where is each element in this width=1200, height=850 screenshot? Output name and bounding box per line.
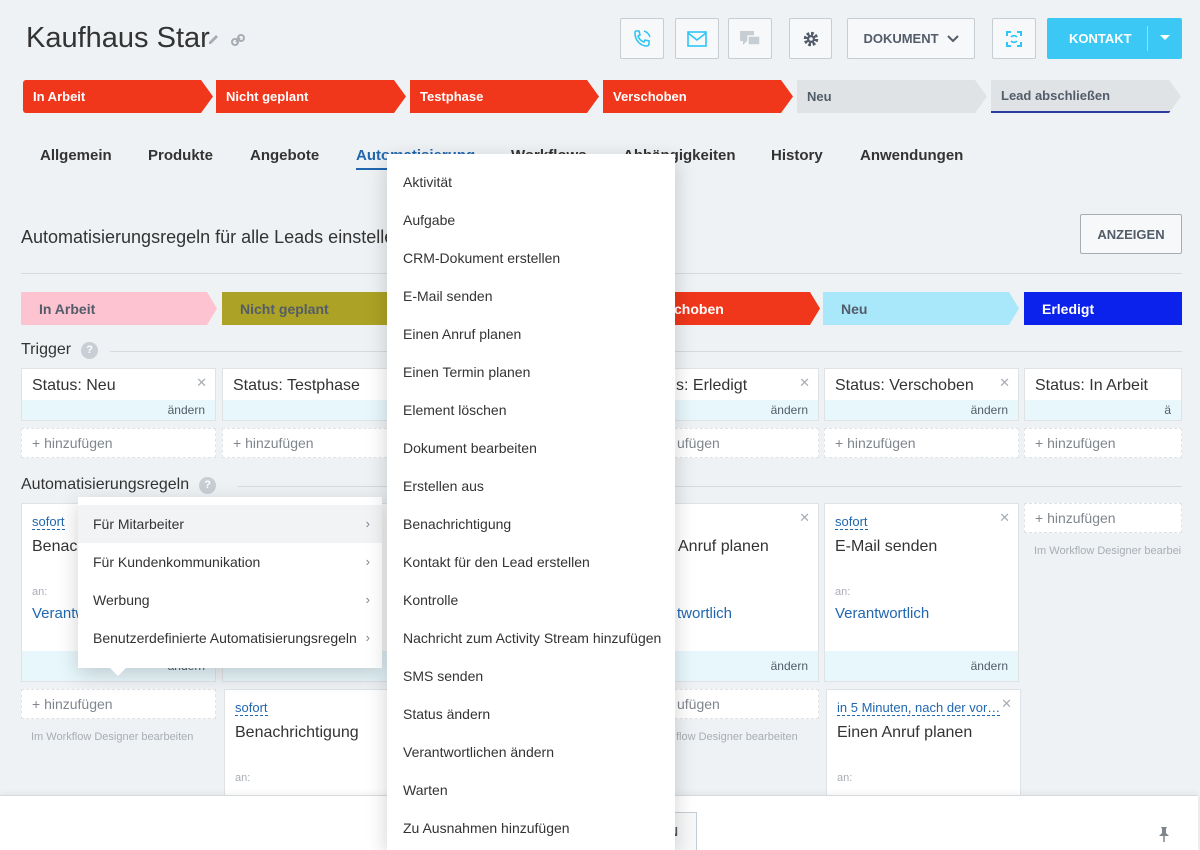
section-title: Automatisierungsregeln für alle Leads ei… <box>21 227 395 247</box>
menu-item-action[interactable]: Dokument bearbeiten <box>387 429 675 467</box>
category-menu: Für Mitarbeiter › Für Kundenkommunikation… <box>78 497 382 668</box>
designer-hint[interactable]: flow Designer bearbeiten <box>676 731 798 743</box>
menu-item-action[interactable]: Nachricht zum Activity Stream hinzufügen <box>387 619 675 657</box>
menu-item-action[interactable]: Element löschen <box>387 391 675 429</box>
close-icon[interactable]: ✕ <box>999 375 1010 391</box>
trigger-card[interactable]: Status: Neu ✕ ändern <box>21 368 216 421</box>
chevron-down-icon <box>946 34 959 43</box>
menu-item-action[interactable]: Verantwortlichen ändern <box>387 733 675 771</box>
tab-angebote[interactable]: Angebote <box>250 147 319 164</box>
gear-icon <box>802 30 820 48</box>
action-submenu: Aktivität Aufgabe CRM-Dokument erstellen E-… <box>387 154 675 850</box>
change-link[interactable]: ändern <box>825 651 1018 681</box>
chevron-right-icon: › <box>365 592 370 607</box>
menu-item-werbung[interactable]: Werbung › <box>78 581 382 619</box>
menu-item-action[interactable]: SMS senden <box>387 657 675 695</box>
menu-item-action[interactable]: Kontrolle <box>387 581 675 619</box>
column-erledigt: Erledigt <box>1024 292 1182 325</box>
chevron-right-icon: › <box>365 516 370 531</box>
divider <box>238 486 1182 487</box>
add-trigger-button[interactable]: + hinzufügen <box>21 428 216 458</box>
menu-item-action[interactable]: Kontakt für den Lead erstellen <box>387 543 675 581</box>
trigger-heading: Trigger ? <box>21 341 99 359</box>
page-title: Kaufhaus Star <box>26 22 210 54</box>
link-icon[interactable] <box>230 32 246 48</box>
close-icon[interactable]: ✕ <box>799 375 810 391</box>
chat-button[interactable] <box>728 18 772 59</box>
stage-testphase[interactable]: Testphase <box>410 80 599 113</box>
mail-button[interactable] <box>675 18 719 59</box>
stage-in-arbeit[interactable]: In Arbeit <box>23 80 213 113</box>
add-rule-button[interactable]: + hinzufügen <box>1024 503 1182 533</box>
menu-item-action[interactable]: Einen Anruf planen <box>387 315 675 353</box>
tab-produkte[interactable]: Produkte <box>148 147 213 164</box>
menu-item-action[interactable]: CRM-Dokument erstellen <box>387 239 675 277</box>
settings-button[interactable] <box>789 18 832 59</box>
mail-icon <box>687 30 707 47</box>
menu-item-action[interactable]: Aufgabe <box>387 201 675 239</box>
menu-item-benutzerdefiniert[interactable]: Benutzerdefinierte Automatisierungsregel… <box>78 619 382 657</box>
stage-lead-abschliessen[interactable]: Lead abschließen <box>991 80 1181 113</box>
menu-item-action[interactable]: Zu Ausnahmen hinzufügen <box>387 809 675 847</box>
close-icon[interactable]: ✕ <box>999 510 1010 526</box>
dokument-button[interactable]: DOKUMENT <box>847 18 975 59</box>
add-rule-button[interactable]: + hinzufügen <box>21 689 216 719</box>
column-neu: Neu <box>823 292 1019 325</box>
trigger-card[interactable]: Status: In Arbeit ä <box>1024 368 1182 421</box>
trigger-card[interactable]: Status: Verschoben ✕ ändern <box>824 368 1019 421</box>
add-trigger-button[interactable]: + hinzufügen <box>824 428 1019 458</box>
add-trigger-button[interactable]: + hinzufügen <box>1024 428 1182 458</box>
refresh-button[interactable] <box>992 18 1036 59</box>
kontakt-separator <box>1147 26 1148 51</box>
designer-hint[interactable]: Im Workflow Designer bearbeiten <box>31 731 193 743</box>
rule-card[interactable]: in 5 Minuten, nach der vor… ✕ Einen Anru… <box>826 689 1021 799</box>
change-link[interactable]: ändern <box>22 400 215 420</box>
tab-anwendungen[interactable]: Anwendungen <box>860 147 963 164</box>
refresh-icon <box>1004 29 1024 49</box>
kontakt-button[interactable]: KONTAKT <box>1047 18 1182 59</box>
pencil-icon[interactable] <box>206 32 222 48</box>
tab-allgemein[interactable]: Allgemein <box>40 147 112 164</box>
tab-history[interactable]: History <box>771 147 823 164</box>
stage-neu[interactable]: Neu <box>797 80 987 113</box>
chevron-right-icon: › <box>365 554 370 569</box>
anzeigen-button[interactable]: ANZEIGEN <box>1080 214 1182 254</box>
menu-item-action[interactable]: Benachrichtigung <box>387 505 675 543</box>
menu-item-action[interactable]: Aktivität <box>387 163 675 201</box>
rules-heading: Automatisierungsregeln ? <box>21 476 217 494</box>
change-link[interactable]: ändern <box>825 400 1018 420</box>
pin-icon[interactable] <box>1158 826 1170 847</box>
menu-item-action[interactable]: E-Mail senden <box>387 277 675 315</box>
help-icon[interactable]: ? <box>199 476 217 494</box>
menu-item-fuer-mitarbeiter[interactable]: Für Mitarbeiter › <box>78 505 382 543</box>
menu-item-fuer-kundenkommunikation[interactable]: Für Kundenkommunikation › <box>78 543 382 581</box>
stage-nicht-geplant[interactable]: Nicht geplant <box>216 80 406 113</box>
chevron-right-icon: › <box>365 630 370 645</box>
phone-icon <box>631 28 653 50</box>
help-icon[interactable]: ? <box>81 341 99 359</box>
menu-pointer <box>110 668 126 676</box>
chevron-down-icon[interactable] <box>1160 35 1170 40</box>
rule-card[interactable]: sofort ✕ E-Mail senden an: Verantwortlic… <box>824 503 1019 682</box>
menu-item-action[interactable]: Einen Termin planen <box>387 353 675 391</box>
call-button[interactable] <box>620 18 664 59</box>
designer-hint[interactable]: Im Workflow Designer bearbei <box>1034 545 1181 557</box>
menu-item-action[interactable]: Warten <box>387 771 675 809</box>
stage-verschoben[interactable]: Verschoben <box>603 80 793 113</box>
change-link[interactable]: ä <box>1025 400 1181 420</box>
close-icon[interactable]: ✕ <box>196 375 207 391</box>
close-icon[interactable]: ✕ <box>1001 696 1012 712</box>
menu-item-action[interactable]: Erstellen aus <box>387 467 675 505</box>
menu-item-action[interactable]: Status ändern <box>387 695 675 733</box>
close-icon[interactable]: ✕ <box>799 510 810 526</box>
chat-icon <box>739 29 761 49</box>
column-in-arbeit: In Arbeit <box>21 292 217 325</box>
